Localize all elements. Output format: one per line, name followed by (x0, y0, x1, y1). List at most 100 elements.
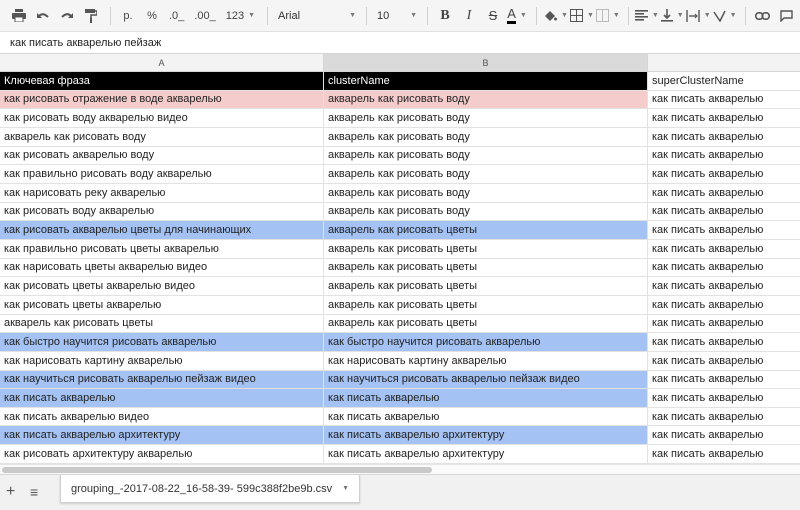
cell-super-cluster-name[interactable]: как писать акварелью (648, 109, 800, 127)
cell-keyword[interactable]: как рисовать архитектуру акварелью (0, 445, 324, 463)
sheet-tab[interactable]: grouping_-2017-08-22_16-58-39- 599c388f2… (60, 475, 361, 503)
cell-cluster-name[interactable]: акварель как рисовать воду (324, 146, 648, 165)
merge-cells-icon[interactable]: ▼ (595, 4, 620, 28)
cell-cluster-name[interactable]: акварель как рисовать воду (324, 127, 648, 146)
header-cell-keyword[interactable]: Ключевая фраза (0, 72, 324, 90)
cell-keyword[interactable]: как научиться рисовать акварелью пейзаж … (0, 370, 324, 389)
cell-keyword[interactable]: акварель как рисовать цветы (0, 314, 324, 333)
borders-icon[interactable]: ▼ (569, 4, 594, 28)
column-header-a[interactable]: A (0, 54, 324, 72)
undo-icon[interactable] (32, 4, 54, 28)
cell-super-cluster-name[interactable]: как писать акварелью (648, 203, 800, 221)
cell-cluster-name[interactable]: акварель как рисовать цветы (324, 295, 648, 314)
insert-comment-icon[interactable] (776, 4, 798, 28)
decrease-decimal-button[interactable]: .0_ (165, 4, 188, 28)
chevron-down-icon[interactable]: ▼ (342, 485, 349, 492)
cell-cluster-name[interactable]: акварель как рисовать воду (324, 90, 648, 109)
cell-cluster-name[interactable]: акварель как рисовать цветы (324, 258, 648, 277)
cell-cluster-name[interactable]: как писать акварелью архитектуру (324, 445, 648, 463)
cell-super-cluster-name[interactable]: как писать акварелью (648, 408, 800, 426)
cell-keyword[interactable]: как писать акварелью видео (0, 407, 324, 426)
increase-decimal-button[interactable]: .00_ (190, 4, 219, 28)
format-currency-button[interactable]: р. (117, 4, 139, 28)
cell-cluster-name[interactable]: акварель как рисовать цветы (324, 277, 648, 295)
cell-super-cluster-name[interactable]: как писать акварелью (648, 371, 800, 389)
column-header-b[interactable]: B (324, 54, 648, 72)
text-wrapping-icon[interactable]: ▼ (686, 4, 711, 28)
horizontal-align-icon[interactable]: ▼ (634, 4, 659, 28)
text-color-button[interactable]: A ▼ (506, 4, 528, 28)
cell-keyword[interactable]: как писать акварелью (0, 389, 324, 407)
font-family-select[interactable]: Arial ▼ (274, 5, 360, 27)
cell-super-cluster-name[interactable]: как писать акварелью (648, 352, 800, 370)
redo-icon[interactable] (56, 4, 78, 28)
all-sheets-icon[interactable]: ≡ (30, 484, 38, 500)
cell-keyword[interactable]: как рисовать акварелью воду (0, 146, 324, 165)
horizontal-scrollbar[interactable] (0, 464, 800, 474)
cell-keyword[interactable]: как рисовать воду акварелью (0, 202, 324, 221)
cell-keyword[interactable]: как рисовать цветы акварелью (0, 295, 324, 314)
print-icon[interactable] (8, 4, 30, 28)
cell-cluster-name[interactable]: акварель как рисовать воду (324, 109, 648, 127)
header-cell-cluster-name[interactable]: clusterName (324, 72, 648, 90)
cell-cluster-name[interactable]: как писать акварелью (324, 389, 648, 407)
cell-super-cluster-name[interactable]: как писать акварелью (648, 315, 800, 333)
bold-button[interactable]: B (434, 4, 456, 28)
cell-super-cluster-name[interactable]: как писать акварелью (648, 184, 800, 202)
cell-keyword[interactable]: как рисовать воду акварелью видео (0, 109, 324, 127)
cell-super-cluster-name[interactable]: как писать акварелью (648, 128, 800, 146)
cell-super-cluster-name[interactable]: как писать акварелью (648, 91, 800, 109)
cell-keyword[interactable]: как правильно рисовать воду акварелью (0, 165, 324, 183)
cell-keyword[interactable]: как нарисовать цветы акварелью видео (0, 258, 324, 277)
cell-keyword[interactable]: акварель как рисовать воду (0, 127, 324, 146)
vertical-align-icon[interactable]: ▼ (660, 4, 684, 28)
add-sheet-icon[interactable]: + (6, 483, 15, 501)
font-size-select[interactable]: 10 ▼ (373, 5, 421, 27)
text-rotation-icon[interactable]: ▼ (713, 4, 737, 28)
cell-keyword[interactable]: как рисовать акварелью цветы для начинаю… (0, 221, 324, 239)
column-header-c[interactable] (648, 54, 800, 72)
cell-keyword[interactable]: как быстро научится рисовать акварелью (0, 333, 324, 351)
format-percent-button[interactable]: % (141, 4, 163, 28)
chevron-down-icon: ▼ (729, 12, 737, 19)
cell-keyword[interactable]: как нарисовать реку акварелью (0, 183, 324, 202)
cell-super-cluster-name[interactable]: как писать акварелью (648, 240, 800, 258)
cell-super-cluster-name[interactable]: как писать акварелью (648, 259, 800, 277)
cell-cluster-name[interactable]: акварель как рисовать цветы (324, 221, 648, 239)
cell-cluster-name[interactable]: как писать акварелью (324, 407, 648, 426)
cell-keyword[interactable]: как писать акварелью архитектуру (0, 426, 324, 445)
cell-keyword[interactable]: как нарисовать картину акварелью (0, 351, 324, 370)
formula-bar[interactable]: как писать акварелью пейзаж (0, 32, 800, 54)
italic-button[interactable]: I (458, 4, 480, 28)
cell-super-cluster-name[interactable]: как писать акварелью (648, 333, 800, 351)
insert-link-icon[interactable] (752, 4, 774, 28)
cell-super-cluster-name[interactable]: как писать акварелью (648, 221, 800, 239)
cell-keyword[interactable]: как правильно рисовать цветы акварелью (0, 239, 324, 258)
cell-cluster-name[interactable]: как писать акварелью архитектуру (324, 426, 648, 445)
cell-keyword[interactable]: как рисовать цветы акварелью видео (0, 277, 324, 295)
cell-cluster-name[interactable]: как нарисовать картину акварелью (324, 351, 648, 370)
cell-keyword[interactable]: как рисовать отражение в воде акварелью (0, 90, 324, 109)
paint-format-icon[interactable] (80, 4, 102, 28)
cell-super-cluster-name[interactable]: как писать акварелью (648, 147, 800, 165)
cell-super-cluster-name[interactable]: как писать акварелью (648, 426, 800, 444)
cell-super-cluster-name[interactable]: как писать акварелью (648, 165, 800, 183)
strikethrough-button[interactable]: S (482, 4, 504, 28)
cell-super-cluster-name[interactable]: как писать акварелью (648, 277, 800, 295)
cell-cluster-name[interactable]: акварель как рисовать воду (324, 183, 648, 202)
cell-cluster-name[interactable]: акварель как рисовать цветы (324, 314, 648, 333)
scrollbar-thumb[interactable] (2, 467, 432, 473)
cell-super-cluster-name[interactable]: как писать акварелью (648, 389, 800, 407)
cell-super-cluster-name[interactable]: как писать акварелью (648, 445, 800, 463)
fill-color-icon[interactable]: ▼ (543, 4, 568, 28)
cell-cluster-name[interactable]: как быстро научится рисовать акварелью (324, 333, 648, 351)
table-row: как нарисовать реку акварелью акварель ка… (0, 183, 800, 203)
more-formats-button[interactable]: 123 ▼ (222, 4, 259, 28)
cell-cluster-name[interactable]: акварель как рисовать цветы (324, 239, 648, 258)
cell-cluster-name[interactable]: как научиться рисовать акварелью пейзаж … (324, 370, 648, 389)
header-cell-super-cluster-name[interactable]: superClusterName (648, 72, 800, 90)
cell-cluster-name[interactable]: акварель как рисовать воду (324, 165, 648, 183)
cell-super-cluster-name[interactable]: как писать акварелью (648, 296, 800, 314)
cell-cluster-name[interactable]: акварель как рисовать воду (324, 202, 648, 221)
table-row: как рисовать цветы акварелью акварель как… (0, 295, 800, 315)
